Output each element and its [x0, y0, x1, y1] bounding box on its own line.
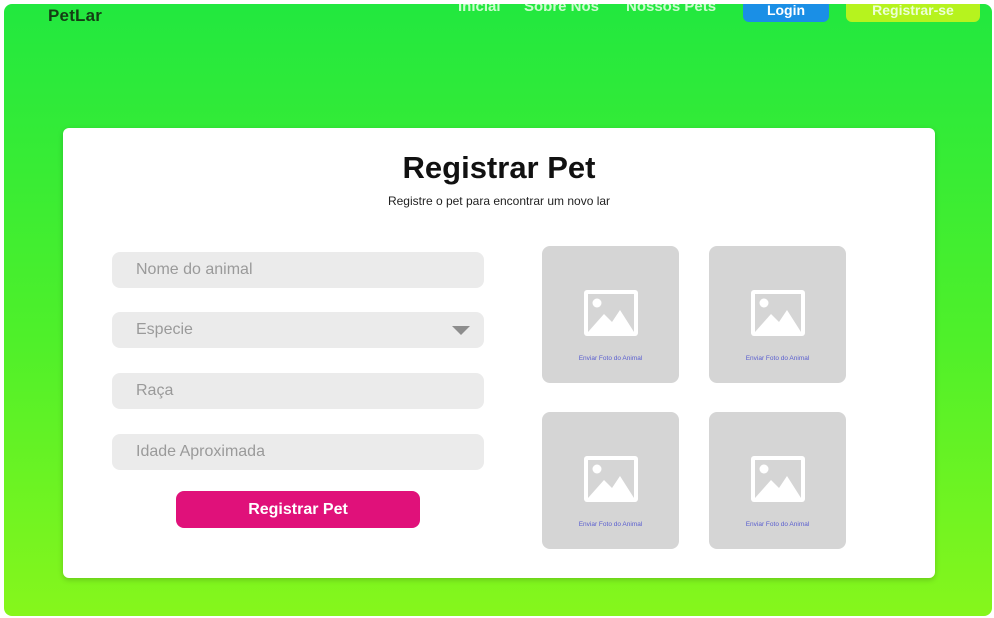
page-subtitle: Registre o pet para encontrar um novo la…	[387, 194, 611, 208]
photo-upload-label: Enviar Foto do Animal	[745, 521, 810, 528]
image-placeholder-icon	[584, 290, 638, 336]
pet-name-input[interactable]	[112, 252, 484, 288]
species-select-value: Especie	[136, 321, 193, 338]
photo-upload-4[interactable]: Enviar Foto do Animal	[709, 412, 846, 549]
photo-upload-label: Enviar Foto do Animal	[578, 521, 643, 528]
age-input[interactable]	[112, 434, 484, 470]
image-placeholder-icon	[584, 456, 638, 502]
image-placeholder-icon	[751, 290, 805, 336]
login-button[interactable]: Login	[743, 4, 829, 22]
photo-upload-3[interactable]: Enviar Foto do Animal	[542, 412, 679, 549]
photo-upload-1[interactable]: Enviar Foto do Animal	[542, 246, 679, 383]
petlar-logo[interactable]: PetLar	[48, 6, 102, 26]
nav-link-nossos-pets[interactable]: Nossos Pets	[626, 4, 716, 15]
breed-input[interactable]	[112, 373, 484, 409]
page-title: Registrar Pet	[402, 150, 596, 185]
register-pet-submit-button[interactable]: Registrar Pet	[176, 491, 420, 528]
register-pet-card: Registrar Pet Registre o pet para encont…	[63, 128, 935, 578]
image-placeholder-icon	[751, 456, 805, 502]
photo-upload-label: Enviar Foto do Animal	[745, 355, 810, 362]
nav-link-inicial[interactable]: Inicial	[458, 4, 501, 15]
page-background: PetLar Inicial Sobre Nos Nossos Pets Log…	[4, 4, 992, 616]
nav-link-sobre-nos[interactable]: Sobre Nos	[524, 4, 599, 15]
species-select[interactable]: Especie	[112, 312, 484, 348]
register-button[interactable]: Registrar-se	[846, 4, 980, 22]
chevron-down-icon	[452, 326, 470, 335]
photo-upload-2[interactable]: Enviar Foto do Animal	[709, 246, 846, 383]
photo-upload-label: Enviar Foto do Animal	[578, 355, 643, 362]
